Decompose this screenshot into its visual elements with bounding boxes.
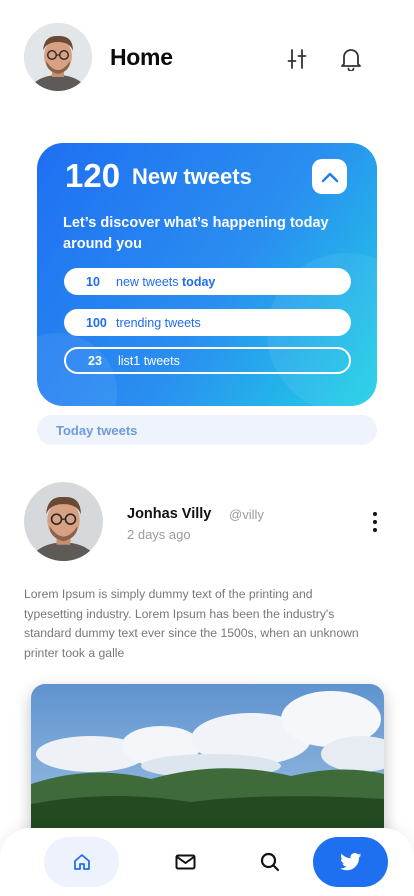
stat-count: 23 <box>88 353 102 368</box>
nav-messages[interactable] <box>165 837 205 887</box>
twitter-bird-icon <box>339 853 361 871</box>
chevron-up-icon <box>321 172 338 182</box>
nav-search[interactable] <box>250 837 290 887</box>
bottom-navigation <box>0 828 414 896</box>
new-tweets-title: New tweets <box>132 164 252 189</box>
post-body: Lorem Ipsum is simply dummy text of the … <box>24 587 359 660</box>
compose-tweet-button[interactable] <box>313 837 388 887</box>
stat-count: 100 <box>86 315 107 330</box>
sliders-icon <box>287 49 307 69</box>
author-avatar[interactable] <box>24 482 103 561</box>
filter-button[interactable] <box>283 45 311 73</box>
home-icon <box>73 854 90 870</box>
post-timestamp: 2 days ago <box>127 527 191 542</box>
today-tweets-tab[interactable]: Today tweets <box>37 415 377 445</box>
search-icon <box>260 852 280 872</box>
stat-label: list1 tweets <box>118 353 180 368</box>
stat-label: new tweets today <box>116 274 216 289</box>
page-title: Home <box>110 44 173 70</box>
more-vertical-icon <box>373 512 377 532</box>
author-name[interactable]: Jonhas Villy <box>127 506 211 522</box>
nav-home[interactable] <box>44 837 119 887</box>
author-handle[interactable]: @villy <box>229 507 264 522</box>
header: Home <box>0 0 414 115</box>
stat-count: 10 <box>86 274 100 289</box>
mail-icon <box>175 854 195 870</box>
post-more-button[interactable] <box>364 509 386 535</box>
stat-label: trending tweets <box>116 315 201 330</box>
stat-list-tweets[interactable]: 23 list1 tweets <box>64 347 351 374</box>
collapse-button[interactable] <box>312 159 347 194</box>
stat-trending-tweets[interactable]: 100 trending tweets <box>64 309 351 336</box>
new-tweets-count: 120 <box>65 157 121 194</box>
user-avatar[interactable] <box>24 23 92 91</box>
notifications-button[interactable] <box>337 45 365 73</box>
stat-new-tweets-today[interactable]: 10 new tweets today <box>64 268 351 295</box>
bell-icon <box>341 49 361 71</box>
hero-subtitle: Let’s discover what’s happening today ar… <box>63 215 329 252</box>
new-tweets-card: 120 New tweets Let’s discover what’s hap… <box>37 143 377 406</box>
